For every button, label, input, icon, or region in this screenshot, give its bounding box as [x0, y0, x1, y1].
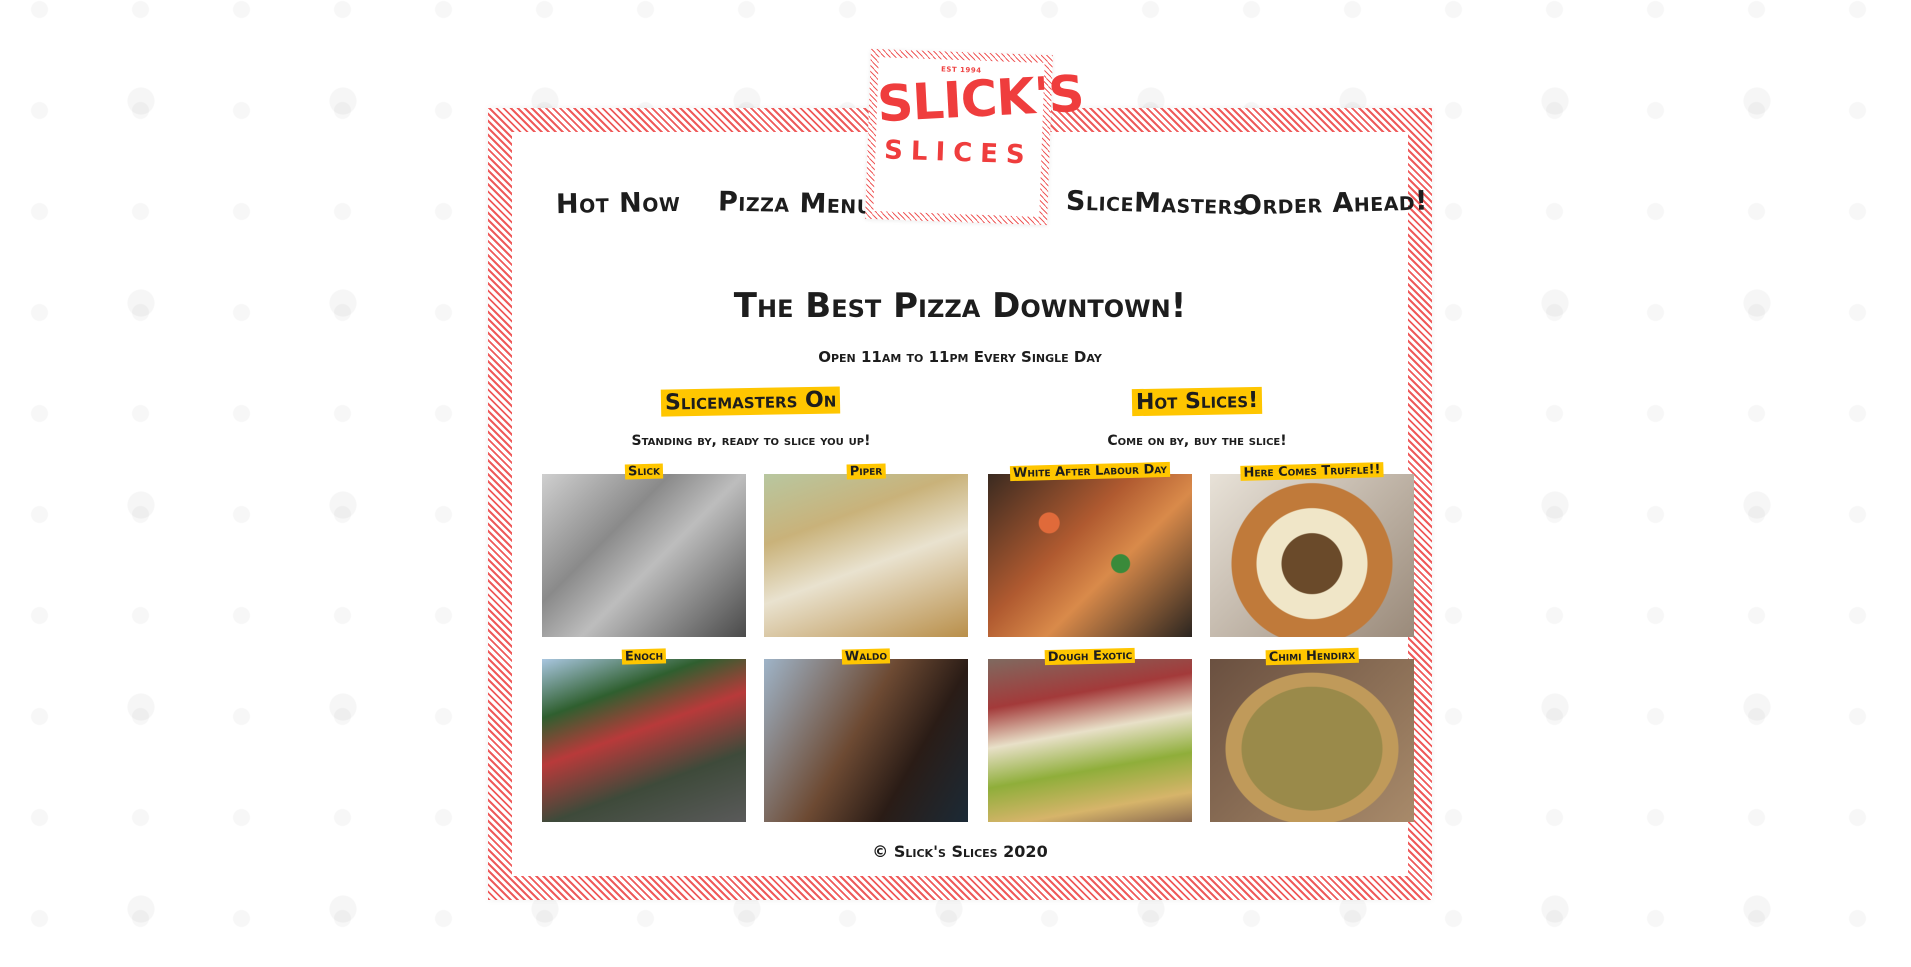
- slicemaster-card[interactable]: Enoch: [542, 648, 746, 822]
- site-logo[interactable]: EST 1994 SLICK'S SLICES: [865, 48, 1085, 226]
- hot-slices-section: Hot Slices! Come on by, buy the slice! W…: [988, 386, 1414, 822]
- pizza-photo: [988, 474, 1192, 637]
- slicemasters-section: Slicemasters On Standing by, ready to sl…: [542, 386, 968, 822]
- slicemaster-photo: [764, 474, 968, 637]
- page-frame: Hot Now Pizza Menu SliceMasters Order Ah…: [488, 108, 1432, 900]
- pizza-card[interactable]: Chimi Hendirx: [1210, 647, 1414, 822]
- slicemaster-name: Slick: [624, 463, 664, 480]
- logo-sub-text: SLICES: [883, 135, 1034, 171]
- pizza-card[interactable]: Dough Exotic: [988, 647, 1192, 822]
- page-title: The Best Pizza Downtown!: [733, 286, 1187, 326]
- nav-pizza-menu[interactable]: Pizza Menu: [718, 186, 873, 220]
- hot-slices-subheading: Come on by, buy the slice!: [1107, 433, 1287, 449]
- nav-hot-now[interactable]: Hot Now: [556, 187, 681, 220]
- slicemasters-subheading: Standing by, ready to slice you up!: [631, 433, 871, 449]
- opening-hours: Open 11am to 11pm Every Single Day: [818, 348, 1102, 366]
- slicemasters-grid: Slick Piper Enoch Waldo: [542, 463, 968, 822]
- hot-slices-heading: Hot Slices!: [988, 386, 1406, 417]
- pizza-card[interactable]: White After Labour Day: [988, 461, 1192, 637]
- nav-slicemasters[interactable]: SliceMasters: [1066, 186, 1248, 222]
- pizza-photo: [1210, 659, 1414, 822]
- slicemaster-photo: [542, 474, 746, 637]
- slicemaster-name: Waldo: [841, 648, 891, 665]
- slicemaster-photo: [542, 659, 746, 822]
- pizza-name: Chimi Hendirx: [1265, 647, 1359, 666]
- slicemaster-photo: [764, 659, 968, 822]
- pizza-name: Dough Exotic: [1044, 647, 1136, 666]
- hot-slices-grid: White After Labour Day Here Comes Truffl…: [988, 461, 1414, 822]
- slicemaster-card[interactable]: Waldo: [764, 648, 968, 822]
- footer-copyright: © Slick's Slices 2020: [872, 842, 1048, 861]
- slicemaster-name: Piper: [846, 463, 886, 480]
- pizza-card[interactable]: Here Comes Truffle!!: [1210, 462, 1414, 637]
- slicemaster-name: Enoch: [621, 648, 667, 665]
- logo-main-text: SLICK'S: [875, 64, 1085, 134]
- slicemaster-card[interactable]: Slick: [542, 463, 746, 637]
- pizza-photo: [1210, 474, 1414, 637]
- nav-order-ahead[interactable]: Order Ahead!: [1239, 186, 1429, 222]
- slicemasters-heading: Slicemasters On: [542, 386, 960, 417]
- slicemaster-card[interactable]: Piper: [764, 463, 968, 637]
- pizza-photo: [988, 659, 1192, 822]
